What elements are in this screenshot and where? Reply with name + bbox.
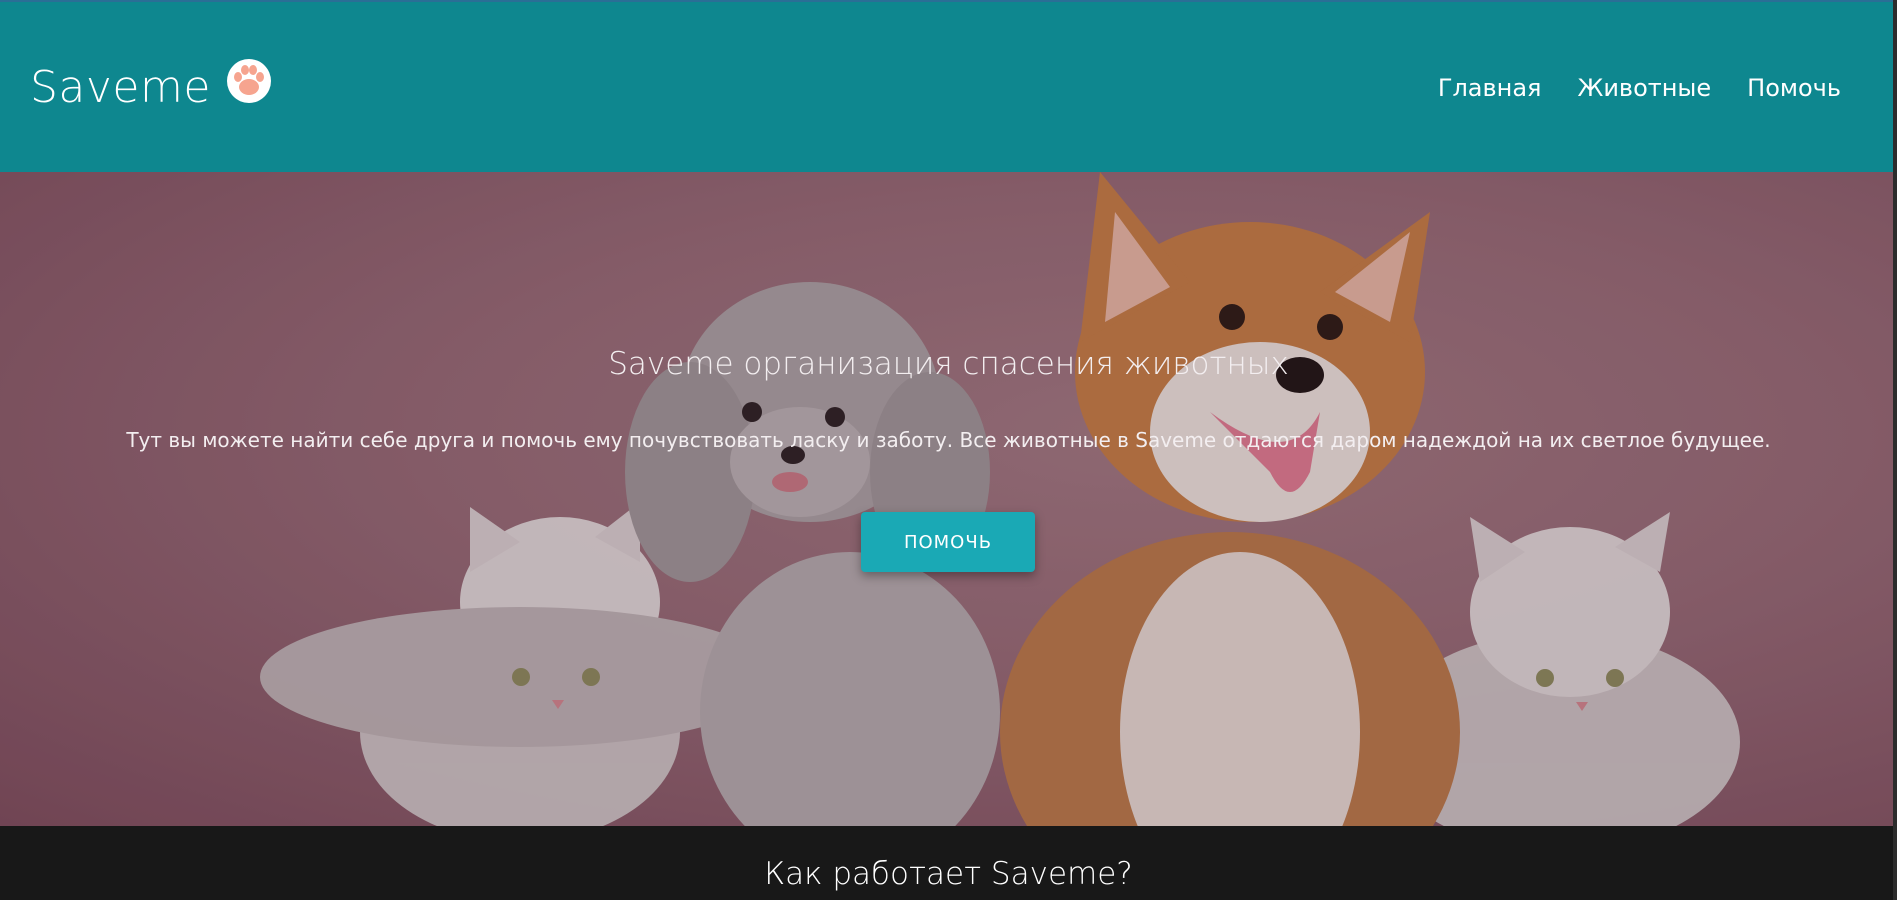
paw-icon bbox=[226, 58, 271, 103]
hero-title: Saveme организация спасения животных bbox=[608, 346, 1289, 382]
hero-subtitle: Тут вы можете найти себе друга и помочь … bbox=[126, 428, 1771, 452]
how-it-works-title: Как работает Saveme? bbox=[764, 856, 1133, 892]
help-button[interactable]: ПОМОЧЬ bbox=[861, 512, 1035, 572]
hero-overlay bbox=[0, 172, 1897, 826]
logo-text: Saveme bbox=[30, 62, 211, 113]
main-nav: Главная Животные Помочь bbox=[1438, 74, 1841, 102]
nav-link-help[interactable]: Помочь bbox=[1747, 74, 1841, 102]
hero-section: Saveme организация спасения животных Тут… bbox=[0, 172, 1897, 826]
how-it-works-section: Как работает Saveme? bbox=[0, 826, 1897, 900]
nav-link-animals[interactable]: Животные bbox=[1577, 74, 1711, 102]
logo[interactable]: Saveme bbox=[30, 58, 273, 113]
site-header: Saveme Главная Животные Помочь bbox=[0, 0, 1897, 172]
nav-link-home[interactable]: Главная bbox=[1438, 74, 1542, 102]
page-scrollbar[interactable] bbox=[1893, 0, 1897, 900]
